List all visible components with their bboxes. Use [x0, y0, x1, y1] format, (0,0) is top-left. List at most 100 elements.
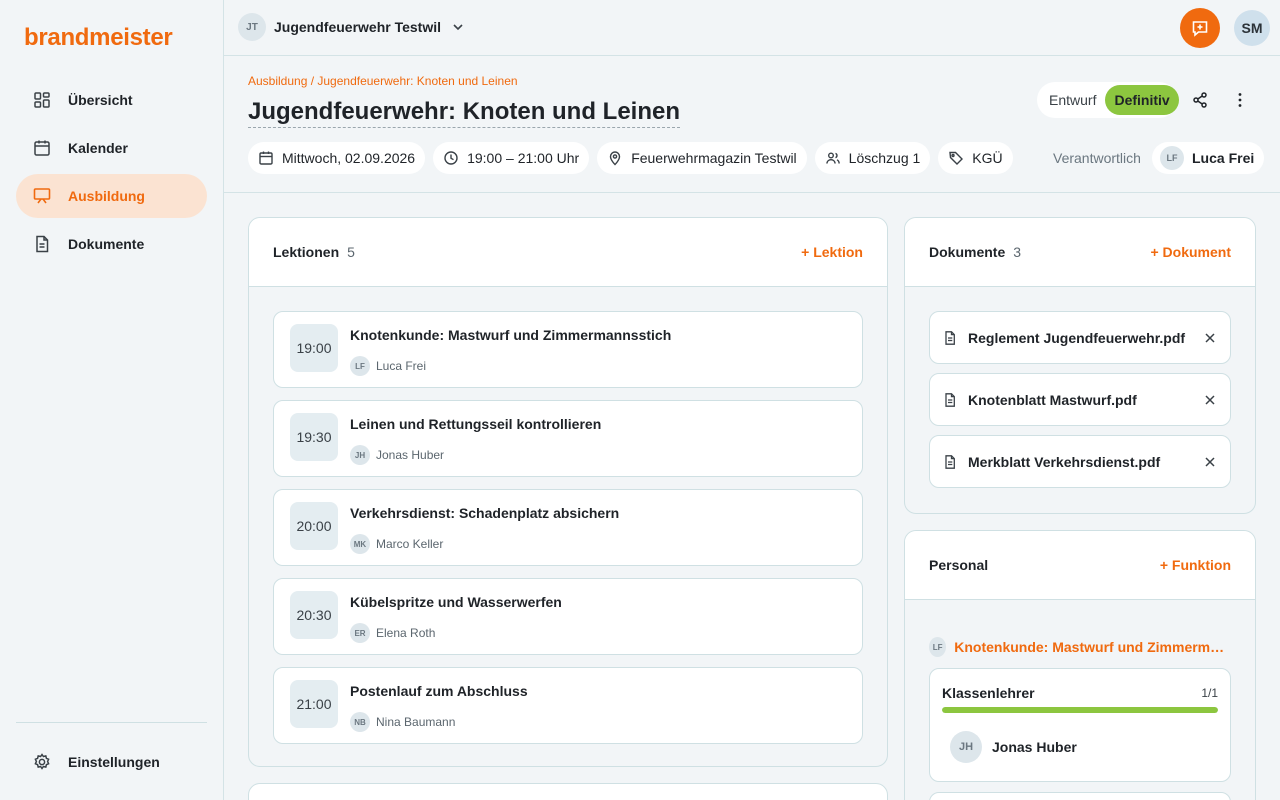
clock-icon: [443, 150, 459, 166]
sidebar-item-ausbildung[interactable]: Ausbildung: [16, 174, 207, 218]
file-icon: [942, 330, 958, 346]
lesson-title: Verkehrsdienst: Schadenplatz absichern: [350, 505, 620, 521]
role-name: Klassenlehrer: [942, 685, 1035, 701]
status-option-definitiv[interactable]: Definitiv: [1105, 85, 1179, 115]
time-chip[interactable]: 19:00 – 21:00 Uhr: [433, 142, 590, 174]
role-progress-fill: [942, 707, 1218, 713]
add-lesson-button[interactable]: + Lektion: [801, 244, 863, 260]
location-pin-icon: [607, 150, 623, 166]
breadcrumb[interactable]: Ausbildung / Jugendfeuerwehr: Knoten und…: [248, 74, 518, 88]
avatar: LF: [1160, 146, 1184, 170]
lesson-instructor: LF Luca Frei: [350, 356, 426, 376]
close-icon[interactable]: [1202, 454, 1218, 470]
sidebar-item-label: Übersicht: [68, 92, 133, 108]
role-person[interactable]: JH Jonas Huber: [950, 731, 1077, 763]
document-item[interactable]: Knotenblatt Mastwurf.pdf: [929, 373, 1231, 426]
more-button[interactable]: [1226, 86, 1254, 114]
documents-title: Dokumente: [929, 244, 1006, 260]
avatar: LF: [350, 356, 370, 376]
tag-chip[interactable]: KGÜ: [938, 142, 1013, 174]
secondary-card: [248, 783, 888, 800]
calendar-icon: [258, 150, 274, 166]
status-option-entwurf[interactable]: Entwurf: [1040, 85, 1105, 115]
lesson-item[interactable]: 20:00 Verkehrsdienst: Schadenplatz absic…: [273, 489, 863, 566]
responsible-label: Verantwortlich: [1053, 150, 1141, 166]
documents-count: 3: [1013, 244, 1022, 260]
group-chip[interactable]: Löschzug 1: [814, 142, 931, 174]
instructor-name: Marco Keller: [376, 537, 444, 551]
lesson-title: Kübelspritze und Wasserwerfen: [350, 594, 562, 610]
time-text: 19:00 – 21:00 Uhr: [467, 150, 580, 166]
avatar: JH: [350, 445, 370, 465]
sidebar-item-kalender[interactable]: Kalender: [16, 126, 207, 170]
documents-card-header: Dokumente 3 + Dokument: [905, 218, 1255, 287]
lesson-item[interactable]: 19:30 Leinen und Rettungsseil kontrollie…: [273, 400, 863, 477]
close-icon[interactable]: [1202, 392, 1218, 408]
page-title[interactable]: Jugendfeuerwehr: Knoten und Leinen: [248, 98, 681, 128]
lesson-instructor: ER Elena Roth: [350, 623, 435, 643]
app-logo[interactable]: brandmeister: [24, 24, 173, 52]
document-icon: [32, 234, 52, 254]
lesson-title: Postenlauf zum Abschluss: [350, 683, 528, 699]
sidebar-item-label: Kalender: [68, 140, 128, 156]
role-card[interactable]: [929, 792, 1231, 800]
location-text: Feuerwehrmagazin Testwil: [631, 150, 797, 166]
lesson-time: 20:00: [290, 502, 338, 550]
sidebar-divider: [16, 722, 207, 723]
avatar: LF: [929, 637, 947, 657]
add-function-button[interactable]: + Funktion: [1160, 557, 1231, 573]
lessons-title: Lektionen: [273, 244, 340, 260]
sidebar-item-dokumente[interactable]: Dokumente: [16, 222, 207, 266]
responsible-name: Luca Frei: [1192, 150, 1255, 166]
org-name: Jugendfeuerwehr Testwil: [274, 19, 441, 35]
calendar-icon: [32, 138, 52, 158]
lesson-title: Knotenkunde: Mastwurf und Zimmermannssti…: [350, 327, 672, 343]
document-item[interactable]: Merkblatt Verkehrsdienst.pdf: [929, 435, 1231, 488]
lesson-time: 19:00: [290, 324, 338, 372]
lessons-list: 19:00 Knotenkunde: Mastwurf und Zimmerma…: [273, 311, 863, 756]
lesson-title: Leinen und Rettungsseil kontrollieren: [350, 416, 602, 432]
personal-card-header: Personal + Funktion: [905, 531, 1255, 600]
role-progress-bar: [942, 707, 1218, 713]
gear-icon: [32, 752, 52, 772]
lesson-time: 19:30: [290, 413, 338, 461]
feedback-button[interactable]: [1180, 8, 1220, 48]
tag-text: KGÜ: [972, 150, 1003, 166]
lesson-item[interactable]: 20:30 Kübelspritze und Wasserwerfen ER E…: [273, 578, 863, 655]
instructor-name: Nina Baumann: [376, 715, 456, 729]
org-switcher[interactable]: JT Jugendfeuerwehr Testwil: [238, 13, 465, 41]
user-avatar[interactable]: SM: [1234, 10, 1270, 46]
sidebar-item-label: Dokumente: [68, 236, 145, 252]
file-icon: [942, 392, 958, 408]
role-count: 1/1: [1201, 686, 1218, 700]
status-toggle: Entwurf Definitiv: [1037, 82, 1179, 118]
avatar: MK: [350, 534, 370, 554]
presentation-icon: [32, 186, 52, 206]
location-chip[interactable]: Feuerwehrmagazin Testwil: [597, 142, 807, 174]
file-icon: [942, 454, 958, 470]
lesson-item[interactable]: 21:00 Postenlauf zum Abschluss NB Nina B…: [273, 667, 863, 744]
instructor-name: Jonas Huber: [376, 448, 445, 462]
date-chip[interactable]: Mittwoch, 02.09.2026: [248, 142, 426, 174]
share-button[interactable]: [1186, 86, 1214, 114]
sidebar-item-einstellungen[interactable]: Einstellungen: [16, 740, 207, 784]
sidebar-item-label: Einstellungen: [68, 754, 160, 770]
responsible-chip[interactable]: LF Luca Frei: [1152, 142, 1265, 174]
sidebar-item-label: Ausbildung: [68, 188, 145, 204]
grid-icon: [32, 90, 52, 110]
lesson-time: 21:00: [290, 680, 338, 728]
lesson-item[interactable]: 19:00 Knotenkunde: Mastwurf und Zimmerma…: [273, 311, 863, 388]
documents-card: Dokumente 3 + Dokument Reglement Jugendf…: [904, 217, 1256, 514]
document-item[interactable]: Reglement Jugendfeuerwehr.pdf: [929, 311, 1231, 364]
avatar: NB: [350, 712, 370, 732]
lessons-count: 5: [347, 244, 355, 260]
personal-lesson-heading[interactable]: LF Knotenkunde: Mastwurf und Zimmermanns…: [929, 637, 1231, 657]
role-person-name: Jonas Huber: [992, 739, 1077, 755]
role-card[interactable]: Klassenlehrer 1/1 JH Jonas Huber: [929, 668, 1231, 782]
lesson-time: 20:30: [290, 591, 338, 639]
lesson-instructor: MK Marco Keller: [350, 534, 443, 554]
lesson-instructor: JH Jonas Huber: [350, 445, 444, 465]
add-document-button[interactable]: + Dokument: [1150, 244, 1231, 260]
sidebar-item-uebersicht[interactable]: Übersicht: [16, 78, 207, 122]
close-icon[interactable]: [1202, 330, 1218, 346]
